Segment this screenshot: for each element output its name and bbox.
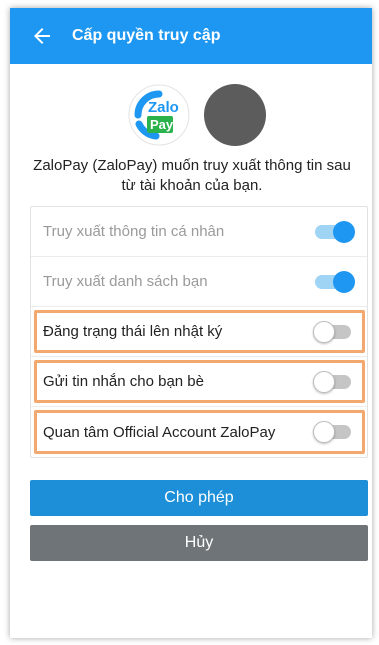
permission-row-post-status: Đăng trạng thái lên nhật ký — [31, 307, 367, 357]
permission-toggle-send-message[interactable] — [313, 371, 355, 393]
permission-row-personal-info: Truy xuất thông tin cá nhân — [31, 207, 367, 257]
permission-label: Truy xuất thông tin cá nhân — [43, 223, 225, 240]
permission-toggle-personal-info[interactable] — [315, 221, 355, 243]
app-header: Cấp quyền truy cập — [10, 8, 372, 64]
toggle-knob — [313, 421, 335, 443]
arrow-left-icon — [34, 28, 50, 44]
permission-label: Quan tâm Official Account ZaloPay — [43, 423, 276, 441]
permission-toggle-friend-list[interactable] — [315, 271, 355, 293]
permission-row-follow-oa: Quan tâm Official Account ZaloPay — [31, 407, 367, 457]
back-button[interactable] — [30, 24, 54, 48]
permission-list: Truy xuất thông tin cá nhân Truy xuất da… — [30, 206, 368, 458]
zalopay-logo-icon: Zalo Pay — [128, 84, 190, 146]
cancel-button[interactable]: Hủy — [30, 525, 368, 561]
toggle-knob — [333, 221, 355, 243]
toggle-knob — [333, 271, 355, 293]
toggle-knob — [313, 371, 335, 393]
permission-row-friend-list: Truy xuất danh sách bạn — [31, 257, 367, 307]
permission-toggle-follow-oa[interactable] — [313, 421, 355, 443]
toggle-knob — [313, 321, 335, 343]
permission-row-send-message: Gửi tin nhắn cho bạn bè — [31, 357, 367, 407]
permission-label: Đăng trạng thái lên nhật ký — [43, 323, 223, 340]
permission-description: ZaloPay (ZaloPay) muốn truy xuất thông t… — [33, 157, 351, 194]
permission-screen: Cấp quyền truy cập Zalo Pay ZaloPay (Zal… — [10, 8, 372, 638]
allow-button[interactable]: Cho phép — [30, 480, 368, 516]
permission-label: Truy xuất danh sách bạn — [43, 273, 208, 290]
user-avatar — [204, 84, 266, 146]
page-title: Cấp quyền truy cập — [72, 27, 221, 44]
logo-text-bottom: Pay — [150, 117, 174, 132]
permission-label: Gửi tin nhắn cho bạn bè — [43, 373, 204, 390]
permission-toggle-post-status[interactable] — [313, 321, 355, 343]
logo-text-top: Zalo — [148, 99, 179, 116]
app-logos: Zalo Pay — [10, 84, 372, 146]
